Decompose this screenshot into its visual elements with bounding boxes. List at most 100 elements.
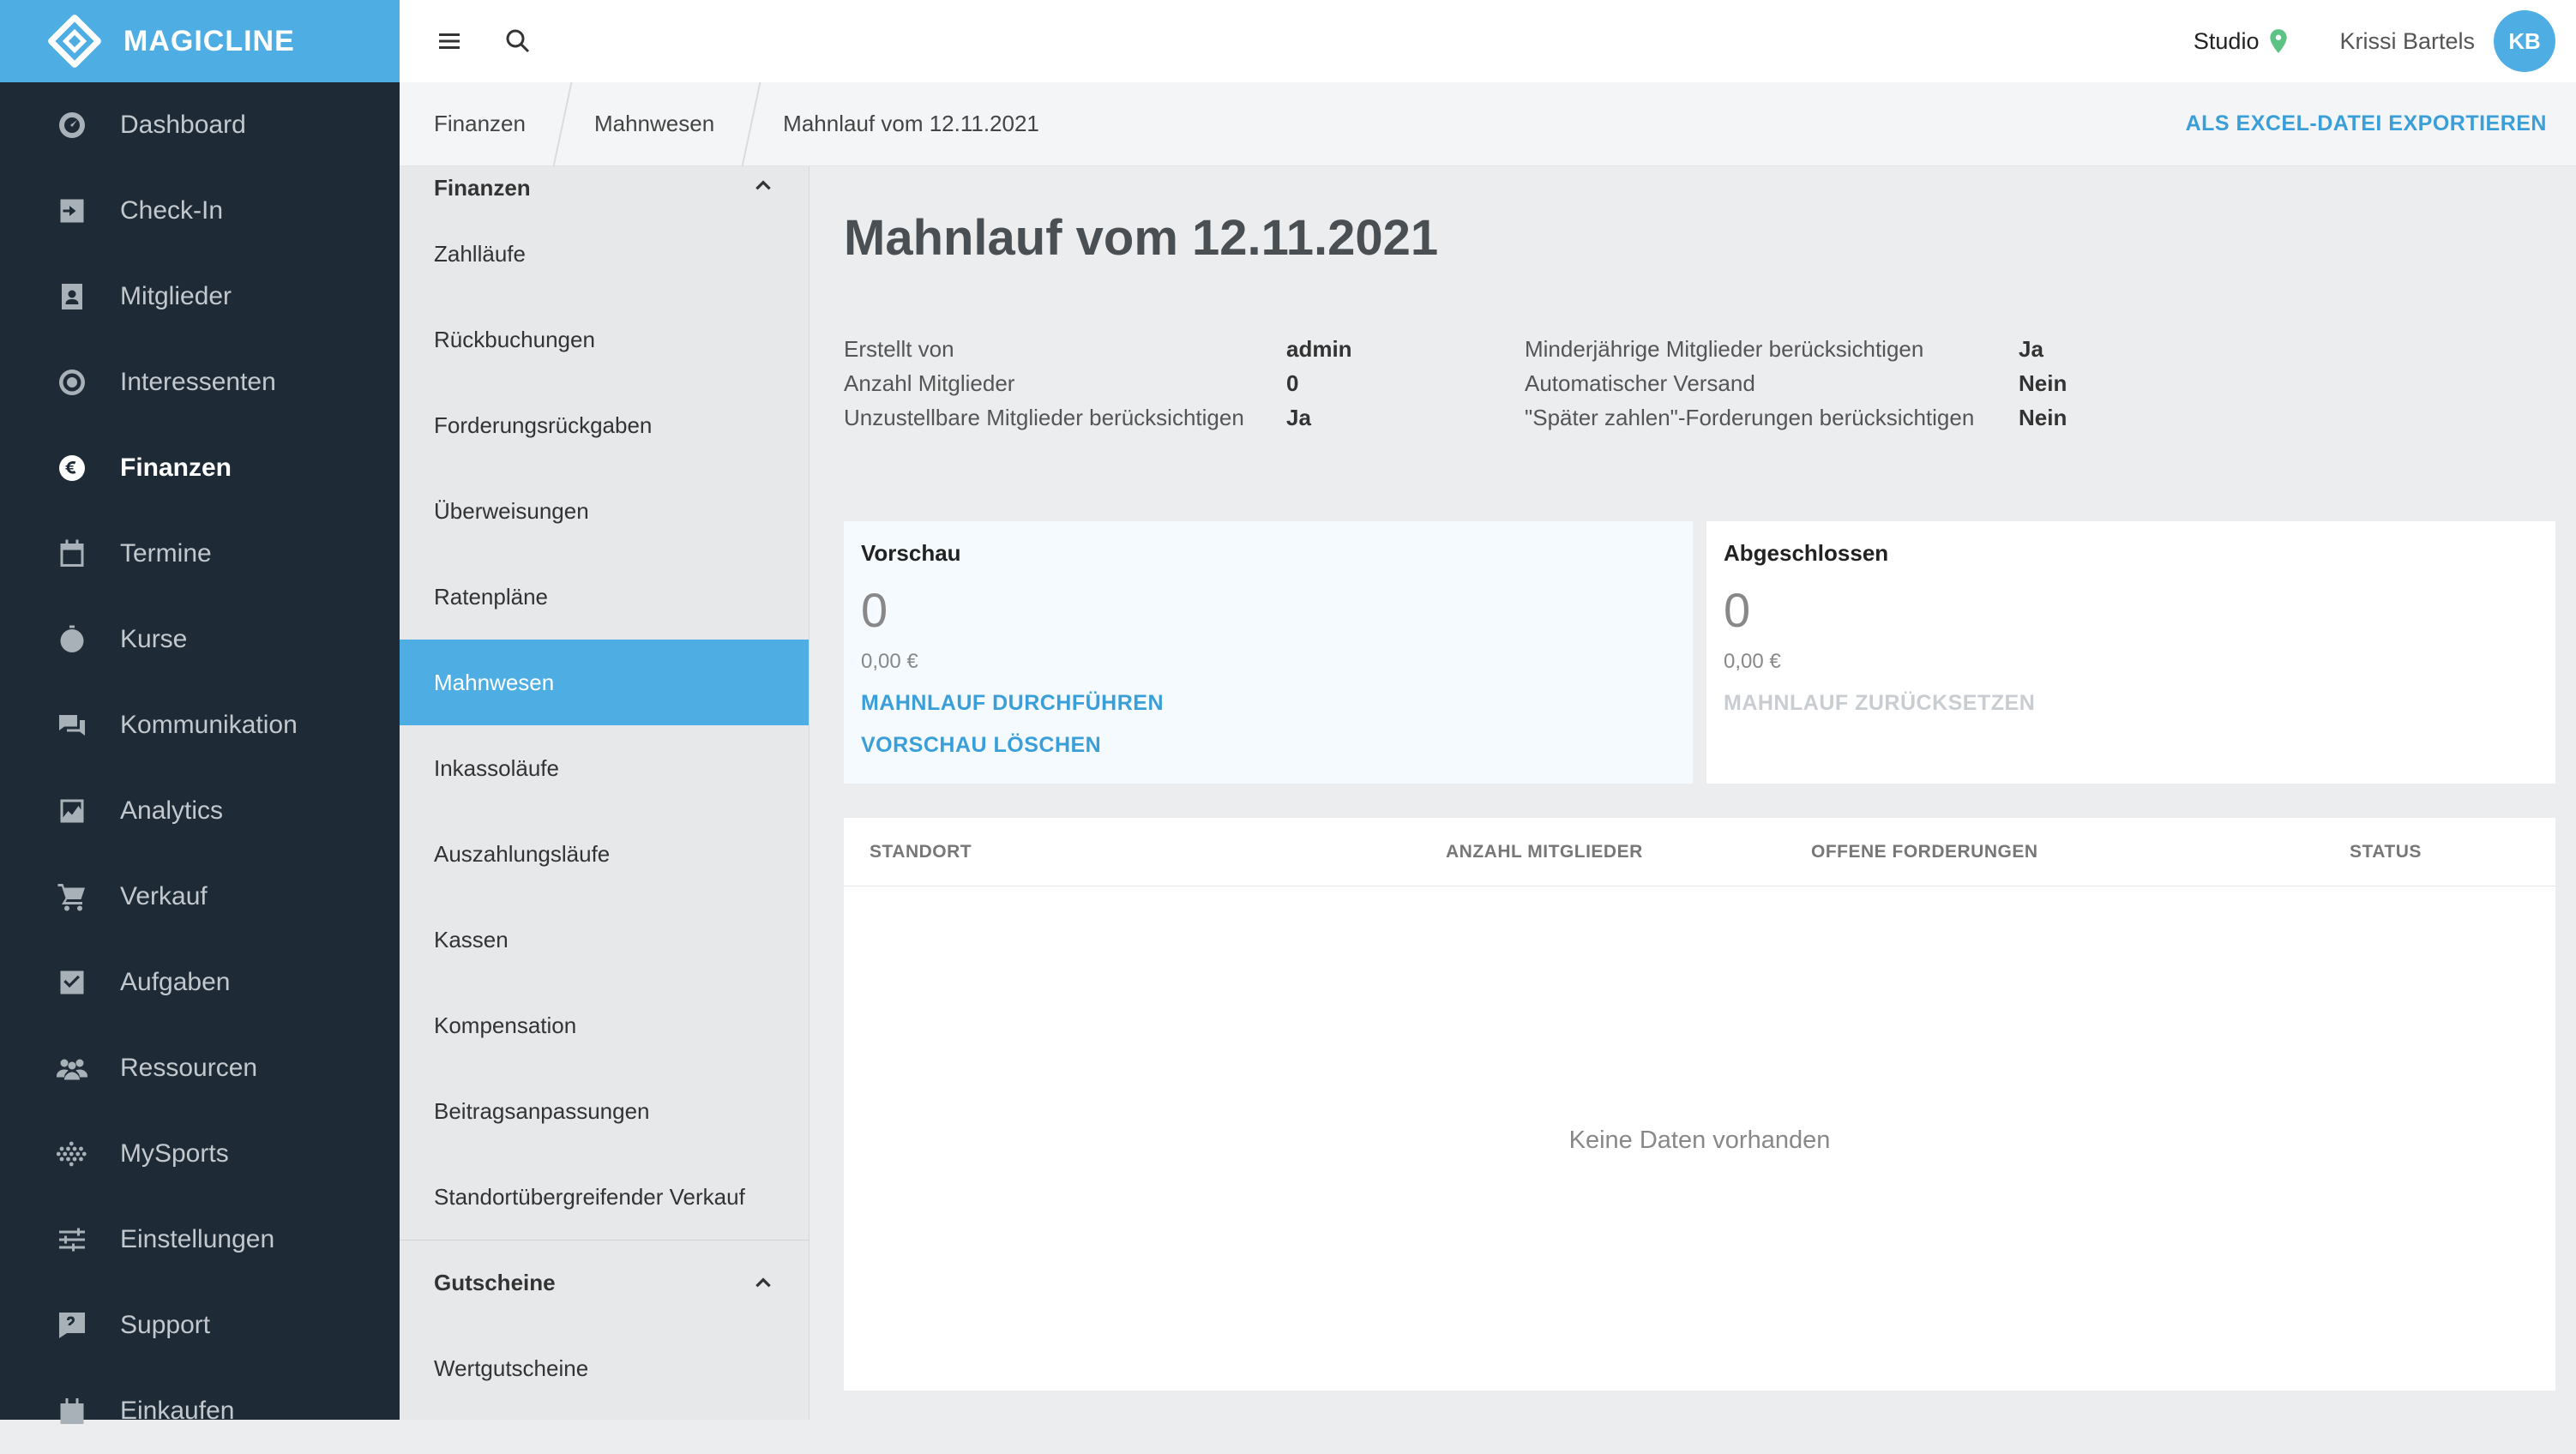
avatar[interactable]: KB — [2494, 10, 2555, 72]
detail-label: Erstellt von — [844, 332, 1286, 366]
card-title: Abgeschlossen — [1724, 540, 2538, 567]
column-header-anzahl-mitglieder[interactable]: ANZAHL MITGLIEDER — [1446, 842, 1643, 862]
nav-label: Einstellungen — [120, 1225, 274, 1254]
results-table: STANDORT ANZAHL MITGLIEDER OFFENE FORDER… — [844, 818, 2555, 1391]
submenu-section-label: Gutscheine — [434, 1270, 556, 1296]
nav-item-finanzen[interactable]: Finanzen — [0, 425, 400, 511]
submenu-item-auszahlungslaeufe[interactable]: Auszahlungsläufe — [400, 811, 809, 897]
chevron-up-icon — [752, 175, 774, 197]
nav-item-ressourcen[interactable]: Ressourcen — [0, 1025, 400, 1111]
export-excel-button[interactable]: ALS EXCEL-DATEI EXPORTIEREN — [2186, 111, 2576, 136]
card-amount: 0,00 € — [1724, 650, 2538, 674]
nav-label: Kurse — [120, 625, 187, 654]
search-icon[interactable] — [503, 26, 533, 57]
nav-label: Kommunikation — [120, 711, 298, 740]
submenu-item-inkassolaeufe[interactable]: Inkassoläufe — [400, 725, 809, 811]
detail-value: Nein — [2019, 366, 2122, 400]
run-dunning-button[interactable]: MAHNLAUF DURCHFÜHREN — [861, 691, 1676, 716]
submenu-item-kassen[interactable]: Kassen — [400, 897, 809, 982]
prospects-icon — [57, 367, 87, 398]
nav-item-check-in[interactable]: Check-In — [0, 168, 400, 254]
check-in-icon — [57, 195, 87, 226]
nav-item-dashboard[interactable]: Dashboard — [0, 82, 400, 168]
nav-item-members[interactable]: Mitglieder — [0, 254, 400, 339]
brand-logo[interactable]: MAGICLINE — [0, 0, 400, 82]
magicline-logo-icon — [45, 11, 105, 71]
submenu-item-zahllaeufe[interactable]: Zahlläufe — [400, 211, 809, 297]
finance-submenu: Finanzen Zahlläufe Rückbuchungen Forderu… — [400, 166, 810, 1420]
nav-item-einstellungen[interactable]: Einstellungen — [0, 1197, 400, 1283]
nav-label: Finanzen — [120, 454, 232, 483]
nav-item-einkaufen[interactable]: Einkaufen — [0, 1368, 400, 1454]
members-icon — [57, 281, 87, 312]
nav-item-kurse[interactable]: Kurse — [0, 597, 400, 682]
nav-item-analytics[interactable]: Analytics — [0, 768, 400, 854]
location-pin-icon — [2267, 28, 2290, 54]
completed-card: Abgeschlossen 0 0,00 € MAHNLAUF ZURÜCKSE… — [1706, 521, 2555, 784]
submenu-item-standortuebergreifender-verkauf[interactable]: Standortübergreifender Verkauf — [400, 1154, 809, 1240]
card-count: 0 — [861, 582, 1676, 638]
nav-label: Mitglieder — [120, 282, 232, 311]
reset-dunning-button[interactable]: MAHNLAUF ZURÜCKSETZEN — [1724, 691, 2538, 716]
column-header-offene-forderungen[interactable]: OFFENE FORDERUNGEN — [1811, 842, 2038, 862]
card-title: Vorschau — [861, 540, 1676, 567]
nav-item-kommunikation[interactable]: Kommunikation — [0, 682, 400, 768]
summary-cards: Vorschau 0 0,00 € MAHNLAUF DURCHFÜHREN V… — [844, 521, 2555, 784]
table-header: STANDORT ANZAHL MITGLIEDER OFFENE FORDER… — [844, 818, 2555, 886]
submenu-item-ueberweisungen[interactable]: Überweisungen — [400, 468, 809, 554]
nav-item-verkauf[interactable]: Verkauf — [0, 854, 400, 940]
submenu-item-rueckbuchungen[interactable]: Rückbuchungen — [400, 297, 809, 382]
nav-item-termine[interactable]: Termine — [0, 511, 400, 597]
preview-card: Vorschau 0 0,00 € MAHNLAUF DURCHFÜHREN V… — [844, 521, 1693, 784]
column-header-status[interactable]: STATUS — [2350, 842, 2422, 862]
run-details: Erstellt von Anzahl Mitglieder Unzustell… — [844, 332, 2576, 435]
main-nav: MAGICLINE Dashboard Check-In Mitglieder … — [0, 0, 400, 1420]
breadcrumb-current: Mahnlauf vom 12.11.2021 — [749, 82, 1074, 166]
main-content: Mahnlauf vom 12.11.2021 Erstellt von Anz… — [810, 166, 2576, 1420]
column-header-standort[interactable]: STANDORT — [870, 842, 972, 862]
dashboard-icon — [57, 110, 87, 141]
submenu-item-kompensation[interactable]: Kompensation — [400, 982, 809, 1068]
breadcrumb-mahnwesen[interactable]: Mahnwesen — [560, 82, 749, 166]
nav-item-support[interactable]: Support — [0, 1283, 400, 1368]
nav-item-mysports[interactable]: MySports — [0, 1111, 400, 1197]
submenu-item-wertgutscheine[interactable]: Wertgutscheine — [400, 1325, 809, 1411]
brand-name: MAGICLINE — [123, 25, 295, 58]
detail-value: 0 — [1286, 366, 1525, 400]
submenu-section-finanzen[interactable]: Finanzen — [400, 166, 809, 211]
user-name[interactable]: Krissi Bartels — [2339, 28, 2475, 55]
submenu-item-beitragsanpassungen[interactable]: Beitragsanpassungen — [400, 1068, 809, 1154]
nav-label: Einkaufen — [120, 1397, 234, 1426]
nav-item-aufgaben[interactable]: Aufgaben — [0, 940, 400, 1025]
nav-label: Support — [120, 1311, 210, 1340]
submenu-section-label: Finanzen — [434, 175, 531, 201]
euro-icon — [57, 453, 87, 484]
people-icon — [57, 1053, 87, 1084]
chat-icon — [57, 710, 87, 741]
dots-grid-icon — [57, 1139, 87, 1169]
detail-label: "Später zahlen"-Forderungen berücksichti… — [1525, 400, 2019, 435]
hamburger-menu-icon[interactable] — [434, 26, 465, 57]
studio-selector[interactable]: Studio — [2194, 28, 2290, 55]
nav-label: Dashboard — [120, 111, 246, 140]
nav-label: Analytics — [120, 796, 223, 826]
nav-label: Check-In — [120, 196, 223, 225]
nav-label: Aufgaben — [120, 968, 230, 997]
detail-value: Nein — [2019, 400, 2122, 435]
page-title: Mahnlauf vom 12.11.2021 — [844, 209, 2576, 267]
detail-value: Ja — [1286, 400, 1525, 435]
detail-value: Ja — [2019, 332, 2122, 366]
nav-label: Interessenten — [120, 368, 276, 397]
nav-item-prospects[interactable]: Interessenten — [0, 339, 400, 425]
studio-label: Studio — [2194, 28, 2260, 55]
card-count: 0 — [1724, 582, 2538, 638]
submenu-section-gutscheine[interactable]: Gutscheine — [400, 1240, 809, 1325]
submenu-item-mahnwesen[interactable]: Mahnwesen — [400, 640, 809, 725]
submenu-item-ratenplaene[interactable]: Ratenpläne — [400, 554, 809, 640]
stopwatch-icon — [57, 624, 87, 655]
breadcrumb-finanzen[interactable]: Finanzen — [400, 82, 560, 166]
delete-preview-button[interactable]: VORSCHAU LÖSCHEN — [861, 733, 1676, 758]
top-bar: Studio Krissi Bartels KB — [400, 0, 2576, 82]
submenu-item-forderungsrueckgaben[interactable]: Forderungsrückgaben — [400, 382, 809, 468]
analytics-icon — [57, 796, 87, 826]
